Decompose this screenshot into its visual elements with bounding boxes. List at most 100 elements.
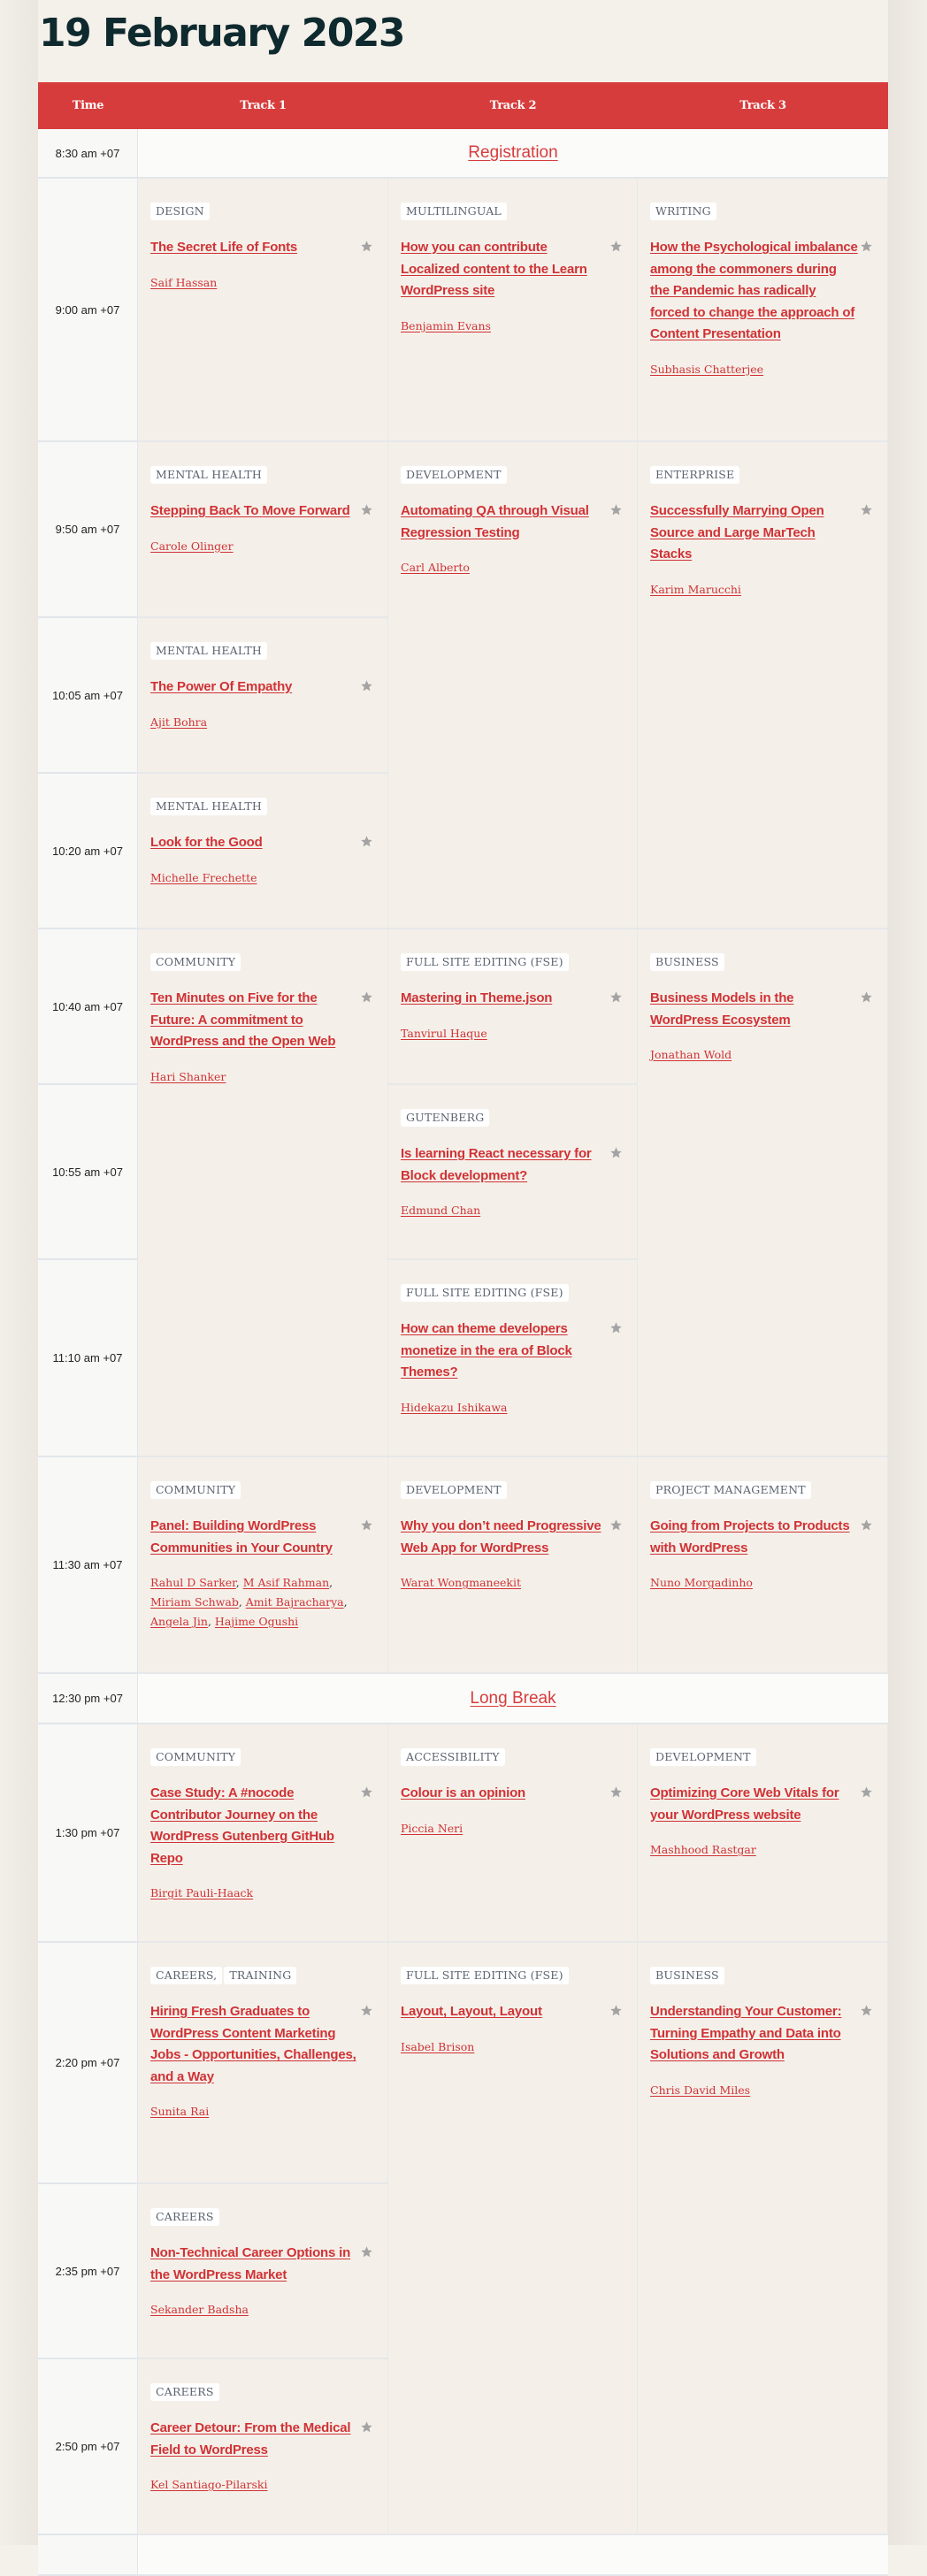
session-title-link[interactable]: Optimizing Core Web Vitals for your Word… <box>650 1783 858 1826</box>
speaker-link[interactable]: Sekander Badsha <box>150 2303 249 2316</box>
track-tag: DEVELOPMENT <box>401 466 507 484</box>
star-icon[interactable] <box>360 1518 373 1532</box>
session-title-link[interactable]: Hiring Fresh Graduates to WordPress Cont… <box>150 2001 358 2088</box>
speaker-link[interactable]: Subhasis Chatterjee <box>650 363 763 376</box>
session-title-link[interactable]: Business Models in the WordPress Ecosyst… <box>650 988 858 1031</box>
time-cell: 2:35 pm +07 <box>38 2184 138 2359</box>
page-margin-right <box>888 0 927 2545</box>
speaker-link[interactable]: Saif Hassan <box>150 276 217 289</box>
session-title-link[interactable]: Look for the Good <box>150 832 263 854</box>
speaker-link[interactable]: Mashhood Rastgar <box>650 1843 756 1856</box>
session-title-link[interactable]: How the Psychological imbalance among th… <box>650 237 858 346</box>
speaker-link[interactable]: Hajime Ogushi <box>215 1615 298 1628</box>
track-tag: PROJECT MANAGEMENT <box>650 1481 811 1499</box>
speaker-link[interactable]: Isabel Brison <box>401 2040 474 2053</box>
session-card: ENTERPRISE Successfully Marrying Open Sou… <box>638 442 888 929</box>
star-icon[interactable] <box>609 2004 623 2017</box>
session-title-link[interactable]: How you can contribute Localized content… <box>401 237 609 302</box>
star-icon[interactable] <box>360 2004 373 2017</box>
session-card: DEVELOPMENT Automating QA through Visual … <box>388 442 638 929</box>
session-title-link[interactable]: Case Study: A #nocode Contributor Journe… <box>150 1783 358 1869</box>
star-icon[interactable] <box>860 1518 873 1532</box>
speaker-link[interactable]: Carl Alberto <box>401 561 470 574</box>
session-title-link[interactable]: Panel: Building WordPress Communities in… <box>150 1516 358 1559</box>
session-title-link[interactable]: Colour is an opinion <box>401 1783 525 1805</box>
session-title-link[interactable]: Mastering in Theme.json <box>401 988 552 1010</box>
time-cell <box>38 2535 138 2576</box>
speaker-link[interactable]: Angela Jin <box>150 1615 208 1628</box>
break-link[interactable]: Long Break <box>470 1689 555 1708</box>
star-icon[interactable] <box>860 990 873 1004</box>
star-icon[interactable] <box>609 240 623 253</box>
speaker-link[interactable]: Amit Bajracharya <box>246 1595 344 1609</box>
star-icon[interactable] <box>360 1785 373 1799</box>
star-icon[interactable] <box>360 679 373 692</box>
session-title-link[interactable]: Automating QA through Visual Regression … <box>401 501 609 544</box>
speaker-link[interactable]: Carole Olinger <box>150 539 234 553</box>
speaker-link[interactable]: Michelle Frechette <box>150 871 257 884</box>
star-icon[interactable] <box>860 2004 873 2017</box>
speaker-link[interactable]: Sunita Rai <box>150 2105 209 2118</box>
star-icon[interactable] <box>360 2420 373 2434</box>
track-tag: CAREERS, <box>150 1967 223 1984</box>
speaker-link[interactable]: Jonathan Wold <box>650 1048 732 1061</box>
session-speakers: Mashhood Rastgar <box>650 1840 867 1860</box>
star-icon[interactable] <box>360 503 373 516</box>
star-icon[interactable] <box>360 990 373 1004</box>
session-title-link[interactable]: Ten Minutes on Five for the Future: A co… <box>150 988 358 1053</box>
star-icon[interactable] <box>860 1785 873 1799</box>
session-tags: PROJECT MANAGEMENT <box>650 1481 875 1499</box>
star-icon[interactable] <box>860 240 873 253</box>
session-title-link[interactable]: Understanding Your Customer: Turning Emp… <box>650 2001 858 2067</box>
speaker-link[interactable]: M Asif Rahman <box>243 1576 329 1589</box>
speaker-link[interactable]: Nuno Morgadinho <box>650 1576 753 1589</box>
session-title-link[interactable]: Why you don’t need Progressive Web App f… <box>401 1516 609 1559</box>
star-icon[interactable] <box>360 835 373 848</box>
session-title-link[interactable]: Is learning React necessary for Block de… <box>401 1143 609 1187</box>
star-icon[interactable] <box>360 2245 373 2259</box>
session-title-link[interactable]: Stepping Back To Move Forward <box>150 501 350 523</box>
star-icon[interactable] <box>609 1321 623 1334</box>
speaker-link[interactable]: Karim Marucchi <box>650 583 741 596</box>
session-tags: WRITING <box>650 203 875 220</box>
speaker-link[interactable]: Hari Shanker <box>150 1070 226 1083</box>
speaker-link[interactable]: Benjamin Evans <box>401 319 491 333</box>
session-title-link[interactable]: Non-Technical Career Options in the Word… <box>150 2243 358 2286</box>
speaker-separator: , <box>235 1576 243 1589</box>
session-title-link[interactable]: The Secret Life of Fonts <box>150 237 297 259</box>
star-icon[interactable] <box>609 1518 623 1532</box>
star-icon[interactable] <box>609 503 623 516</box>
session-title-link[interactable]: The Power Of Empathy <box>150 676 292 699</box>
star-icon[interactable] <box>609 1785 623 1799</box>
speaker-link[interactable]: Birgit Pauli-Haack <box>150 1886 253 1900</box>
speaker-link[interactable]: Warat Wongmaneekit <box>401 1576 521 1589</box>
session-speakers: Sunita Rai <box>150 2102 367 2121</box>
speaker-link[interactable]: Rahul D Sarker <box>150 1576 236 1589</box>
session-title-row: Ten Minutes on Five for the Future: A co… <box>150 988 375 1053</box>
speaker-link[interactable]: Edmund Chan <box>401 1204 480 1217</box>
break-link[interactable]: Registration <box>468 143 557 163</box>
speaker-link[interactable]: Kel Santiago-Pilarski <box>150 2478 267 2491</box>
speaker-link[interactable]: Piccia Neri <box>401 1822 463 1835</box>
speaker-link[interactable]: Hidekazu Ishikawa <box>401 1401 508 1414</box>
time-cell: 10:05 am +07 <box>38 618 138 774</box>
speaker-link[interactable]: Tanvirul Haque <box>401 1027 487 1040</box>
session-title-link[interactable]: Layout, Layout, Layout <box>401 2001 542 2023</box>
session-title-link[interactable]: How can theme developers monetize in the… <box>401 1319 609 1384</box>
track-tag: FULL SITE EDITING (FSE) <box>401 1284 569 1302</box>
star-icon[interactable] <box>609 1146 623 1159</box>
speaker-link[interactable]: Chris David Miles <box>650 2083 750 2097</box>
session-title-link[interactable]: Going from Projects to Products with Wor… <box>650 1516 858 1559</box>
speaker-link[interactable]: Miriam Schwab <box>150 1595 239 1609</box>
session-title-link[interactable]: Career Detour: From the Medical Field to… <box>150 2418 358 2461</box>
session-title-row: Colour is an opinion <box>401 1783 624 1805</box>
session-title-link[interactable]: Successfully Marrying Open Source and La… <box>650 501 858 566</box>
session-speakers: Karim Marucchi <box>650 580 867 600</box>
star-icon-glyph <box>361 241 372 252</box>
speaker-link[interactable]: Ajit Bohra <box>150 715 207 729</box>
star-icon[interactable] <box>360 240 373 253</box>
session-title-row: Successfully Marrying Open Source and La… <box>650 501 875 566</box>
star-icon[interactable] <box>860 503 873 516</box>
track-tag: WRITING <box>650 203 716 220</box>
star-icon[interactable] <box>609 990 623 1004</box>
